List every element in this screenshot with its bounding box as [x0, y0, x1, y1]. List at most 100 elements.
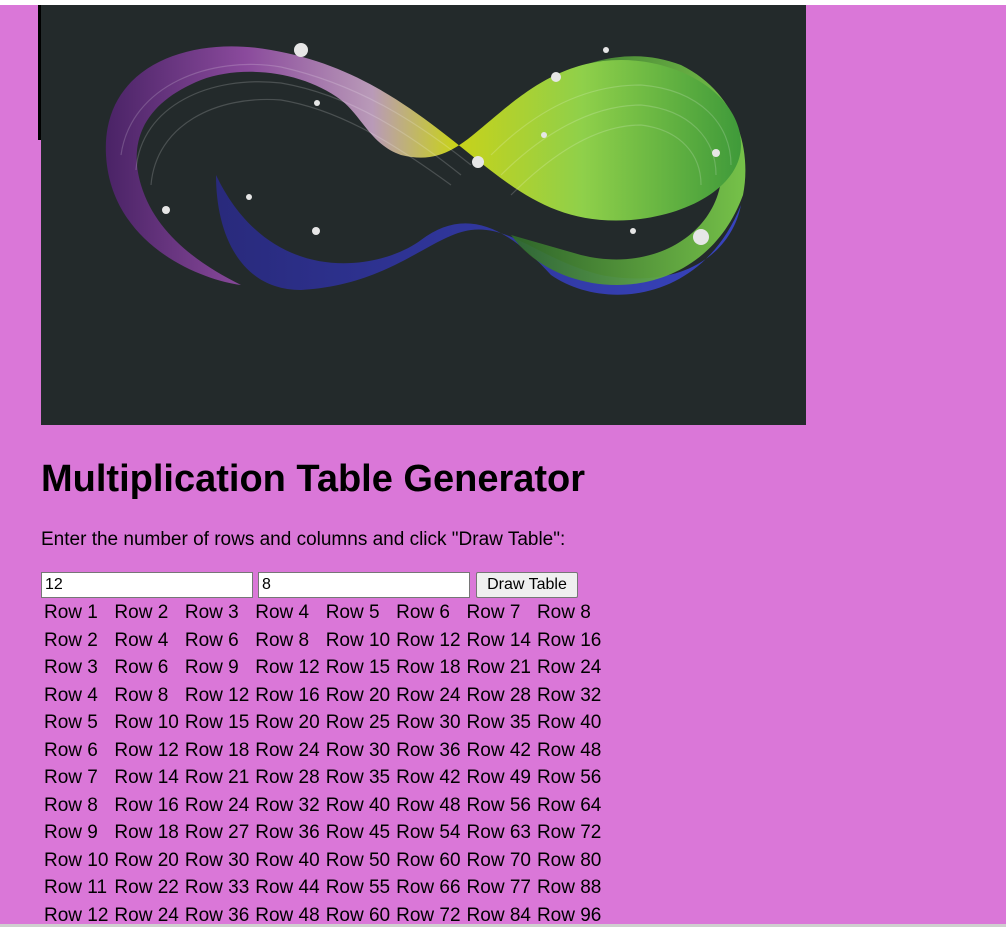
- table-cell: Row 12: [114, 739, 179, 761]
- table-row: Row 12 Row 24 Row 36 Row 48 Row 60 Row 72 Row …: [41, 902, 604, 924]
- table-cell: Row 42: [396, 767, 461, 789]
- columns-input[interactable]: [258, 572, 470, 598]
- hero-image: [41, 5, 806, 425]
- table-cell: Row 22: [114, 877, 179, 899]
- table-cell: Row 15: [325, 657, 391, 679]
- table-cell: Row 12: [396, 629, 461, 651]
- table-cell: Row 20: [114, 849, 179, 871]
- table-cell: Row 60: [325, 904, 391, 924]
- table-cell: Row 4: [114, 629, 169, 651]
- table-cell: Row 16: [536, 629, 602, 651]
- table-cell: Row 12: [255, 657, 320, 679]
- table-cell: Row 24: [255, 739, 320, 761]
- table-cell: Row 27: [184, 822, 250, 844]
- table-cell: Row 54: [396, 822, 461, 844]
- table-cell: Row 32: [536, 684, 602, 706]
- table-cell: Row 1: [44, 602, 98, 624]
- table-cell: Row 25: [325, 712, 391, 734]
- table-row: Row 6 Row 12 Row 18 Row 24 Row 30 Row 36 Row 4…: [41, 737, 604, 765]
- table-cell: Row 35: [466, 712, 531, 734]
- table-cell: Row 80: [536, 849, 602, 871]
- table-cell: Row 96: [536, 904, 602, 924]
- table-cell: Row 21: [184, 767, 250, 789]
- table-cell: Row 3: [44, 657, 98, 679]
- table-cell: Row 14: [466, 629, 531, 651]
- table-cell: Row 49: [466, 767, 531, 789]
- table-cell: Row 60: [396, 849, 461, 871]
- table-cell: Row 88: [536, 877, 602, 899]
- table-cell: Row 12: [44, 904, 109, 924]
- table-cell: Row 14: [114, 767, 179, 789]
- table-cell: Row 64: [536, 794, 602, 816]
- table-cell: Row 8: [536, 602, 591, 624]
- table-row: Row 3 Row 6 Row 9 Row 12 Row 15 Row 18 Row 21 R…: [41, 654, 604, 682]
- table-cell: Row 30: [325, 739, 391, 761]
- table-cell: Row 6: [184, 629, 239, 651]
- table-cell: Row 24: [396, 684, 461, 706]
- table-cell: Row 77: [466, 877, 531, 899]
- table-cell: Row 6: [114, 657, 169, 679]
- table-cell: Row 28: [255, 767, 320, 789]
- table-cell: Row 16: [255, 684, 320, 706]
- table-cell: Row 30: [396, 712, 461, 734]
- table-cell: Row 16: [114, 794, 179, 816]
- table-row: Row 1 Row 2 Row 3 Row 4 Row 5 Row 6 Row 7 Row 8: [41, 599, 604, 627]
- table-cell: Row 2: [114, 602, 169, 624]
- infinity-loop-image: [105, 43, 746, 295]
- table-cell: Row 40: [536, 712, 602, 734]
- table-cell: Row 18: [396, 657, 461, 679]
- table-cell: Row 18: [184, 739, 250, 761]
- table-cell: Row 24: [114, 904, 179, 924]
- table-cell: Row 56: [466, 794, 531, 816]
- table-cell: Row 70: [466, 849, 531, 871]
- table-row: Row 2 Row 4 Row 6 Row 8 Row 10 Row 12 Row 14 Ro…: [41, 627, 604, 655]
- table-cell: Row 45: [325, 822, 391, 844]
- table-row: Row 11 Row 22 Row 33 Row 44 Row 55 Row 66 Row …: [41, 874, 604, 902]
- instructions-text: Enter the number of rows and columns and…: [41, 529, 566, 550]
- table-cell: Row 18: [114, 822, 179, 844]
- table-cell: Row 24: [536, 657, 602, 679]
- table-cell: Row 36: [255, 822, 320, 844]
- table-cell: Row 21: [466, 657, 531, 679]
- table-cell: Row 8: [114, 684, 169, 706]
- page-title: Multiplication Table Generator: [41, 458, 586, 500]
- table-row: Row 10 Row 20 Row 30 Row 40 Row 50 Row 60 Row …: [41, 847, 604, 875]
- table-cell: Row 40: [255, 849, 320, 871]
- table-cell: Row 36: [396, 739, 461, 761]
- table-cell: Row 20: [325, 684, 391, 706]
- table-cell: Row 10: [114, 712, 179, 734]
- table-cell: Row 30: [184, 849, 250, 871]
- table-cell: Row 63: [466, 822, 531, 844]
- table-row: Row 8 Row 16 Row 24 Row 32 Row 40 Row 48 Row 5…: [41, 792, 604, 820]
- table-cell: Row 10: [44, 849, 109, 871]
- table-cell: Row 84: [466, 904, 531, 924]
- draw-table-button[interactable]: Draw Table: [476, 572, 578, 598]
- table-cell: Row 50: [325, 849, 391, 871]
- table-cell: Row 48: [536, 739, 602, 761]
- table-cell: Row 72: [536, 822, 602, 844]
- table-row: Row 7 Row 14 Row 21 Row 28 Row 35 Row 42 Row 4…: [41, 764, 604, 792]
- table-cell: Row 9: [44, 822, 98, 844]
- table-cell: Row 7: [44, 767, 98, 789]
- table-cell: Row 5: [44, 712, 98, 734]
- edge-marker: [38, 5, 41, 140]
- table-cell: Row 55: [325, 877, 391, 899]
- table-cell: Row 9: [184, 657, 239, 679]
- table-cell: Row 33: [184, 877, 250, 899]
- table-cell: Row 48: [396, 794, 461, 816]
- rows-input[interactable]: [41, 572, 253, 598]
- table-cell: Row 8: [255, 629, 310, 651]
- table-cell: Row 4: [255, 602, 310, 624]
- table-cell: Row 4: [44, 684, 98, 706]
- table-cell: Row 48: [255, 904, 320, 924]
- table-cell: Row 15: [184, 712, 250, 734]
- table-cell: Row 36: [184, 904, 250, 924]
- table-cell: Row 2: [44, 629, 98, 651]
- table-cell: Row 11: [44, 877, 108, 899]
- table-cell: Row 10: [325, 629, 391, 651]
- table-cell: Row 24: [184, 794, 250, 816]
- page-background: Multiplication Table Generator Enter the…: [0, 5, 1006, 924]
- table-cell: Row 42: [466, 739, 531, 761]
- table-cell: Row 56: [536, 767, 602, 789]
- table-row: Row 5 Row 10 Row 15 Row 20 Row 25 Row 30 Row 3…: [41, 709, 604, 737]
